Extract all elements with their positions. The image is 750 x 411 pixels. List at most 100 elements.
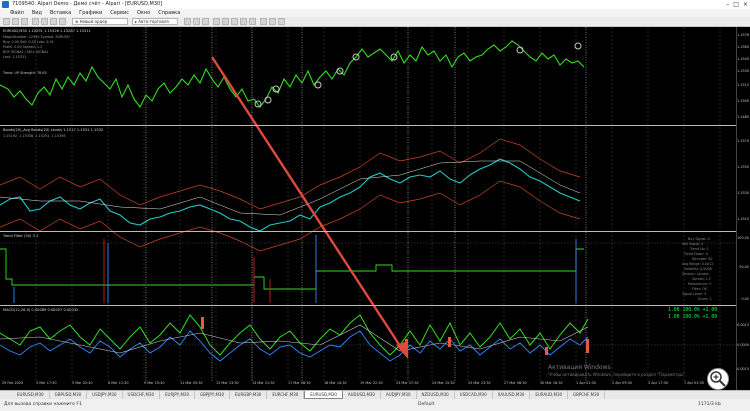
pane-separator[interactable] bbox=[0, 305, 736, 306]
legend-row: Strength: 62 bbox=[692, 257, 713, 261]
autoscroll-icon[interactable] bbox=[240, 18, 247, 25]
trend-filter-lines bbox=[0, 235, 584, 303]
templates-icon[interactable] bbox=[278, 18, 285, 25]
menu-file[interactable]: Файл bbox=[10, 9, 24, 17]
chart-window[interactable]: EURUSD,M30 1.15291 1.15326 1.15287 1.153… bbox=[0, 27, 750, 390]
chart-tab[interactable]: AUDUSD,M30 bbox=[343, 391, 381, 399]
status-help-text: Для вызова справки нажмите F1 bbox=[4, 402, 82, 407]
time-axis-label: 3 Mar 17:30 bbox=[36, 381, 57, 385]
status-bar: Для вызова справки нажмите F1 Default 11… bbox=[0, 399, 750, 411]
tester-icon[interactable] bbox=[59, 18, 66, 25]
price-scale-label: 1.1485 bbox=[737, 115, 749, 119]
legend-row: Avg Range: 0.0012 bbox=[682, 262, 714, 266]
trend-scale-label: 100.00 bbox=[737, 236, 749, 240]
info-line: Buy: 0.00 Sell: 0.00 Lots: 0.01 bbox=[3, 40, 54, 44]
menu-tools[interactable]: Сервис bbox=[110, 9, 129, 17]
menu-view[interactable]: Вид bbox=[32, 9, 42, 17]
bands-scale-label: 1.1530 bbox=[737, 191, 749, 195]
bar-chart-icon[interactable] bbox=[184, 18, 191, 25]
save-icon[interactable] bbox=[21, 18, 28, 25]
time-axis-label: 19 Mar 22:30 bbox=[360, 381, 383, 385]
oscillator-value: 1.00 100.0% +1.00 bbox=[668, 315, 718, 320]
periods-icon[interactable] bbox=[269, 18, 276, 25]
chart-shift-icon[interactable] bbox=[249, 18, 256, 25]
legend-row: Momentum: + bbox=[688, 282, 712, 286]
menu-help[interactable]: Справка bbox=[158, 9, 180, 17]
chart-canvas[interactable] bbox=[0, 27, 750, 390]
info-line: BUY SIGNAL / SELL SIGNAL bbox=[3, 50, 49, 54]
chart-tab[interactable]: GBPCHF,M30 bbox=[568, 391, 606, 399]
price-scale-label: 1.1545 bbox=[737, 57, 749, 61]
tile-windows-icon[interactable] bbox=[231, 18, 238, 25]
chart-tab[interactable]: EURGBP,M30 bbox=[230, 391, 268, 399]
app-icon bbox=[2, 1, 9, 8]
time-axis-label: 25 Mar 23:30 bbox=[468, 381, 491, 385]
chart-tab-active[interactable]: EURUSD,M30 bbox=[304, 391, 343, 399]
chart-tab[interactable]: USDCHF,M30 bbox=[123, 391, 160, 399]
navigator-icon[interactable] bbox=[41, 18, 48, 25]
chart-tab[interactable]: EURUSD,M30 bbox=[12, 391, 50, 399]
open-icon[interactable] bbox=[12, 18, 19, 25]
toolbar: ⊕ Новый ордер ▸ Авто-торговля bbox=[0, 17, 750, 27]
pane-separator[interactable] bbox=[0, 125, 736, 126]
menu-charts[interactable]: Графики bbox=[79, 9, 102, 17]
bands-scale-label: 1.1550 bbox=[737, 165, 749, 169]
window-title: 7109540: Alpari Demo - Демо счёт - Alpar… bbox=[12, 1, 163, 7]
chart-tab[interactable]: GBPJPY,M30 bbox=[195, 391, 231, 399]
time-axis-label: 6 Mar 11:30 bbox=[108, 381, 129, 385]
chart-tab[interactable]: NZDUSD,M30 bbox=[417, 391, 455, 399]
minimize-button[interactable]: – bbox=[726, 0, 729, 9]
chart-tab[interactable]: USDCAD,M30 bbox=[455, 391, 493, 399]
zoom-in-icon[interactable] bbox=[213, 18, 220, 25]
legend-row: Trend Down: 0 bbox=[684, 252, 708, 256]
new-chart-icon[interactable] bbox=[3, 18, 10, 25]
maximize-button[interactable]: □ bbox=[733, 0, 739, 9]
close-button[interactable]: × bbox=[743, 0, 748, 9]
line-chart-icon[interactable] bbox=[202, 18, 209, 25]
time-axis-label: 17 Mar 06:30 bbox=[288, 381, 311, 385]
price-scale[interactable] bbox=[736, 27, 750, 390]
indicators-icon[interactable] bbox=[260, 18, 267, 25]
bands-average-line bbox=[0, 158, 581, 232]
menu-window[interactable]: Окно bbox=[137, 9, 150, 17]
menu-bar: Файл Вид Вставка Графики Сервис Окно Спр… bbox=[0, 9, 750, 17]
menu-insert[interactable]: Вставка bbox=[50, 9, 71, 17]
zoom-out-icon[interactable] bbox=[222, 18, 229, 25]
bands-pane-title: Bands(20)_Avg Bands(20) Levels 1.1517 1.… bbox=[3, 128, 104, 132]
window-controls: – □ × bbox=[726, 0, 748, 9]
chart-tab[interactable]: XAUUSD,M30 bbox=[493, 391, 531, 399]
auto-trading-button[interactable]: ▸ Авто-торговля bbox=[132, 18, 178, 25]
chart-tab[interactable]: EURAUD,M30 bbox=[530, 391, 569, 399]
time-axis-label: 18 Mar 14:30 bbox=[324, 381, 347, 385]
price-scale-label: 1.1500 bbox=[737, 99, 749, 103]
annotation-arrow bbox=[210, 56, 408, 359]
terminal-icon[interactable] bbox=[50, 18, 57, 25]
chart-tab[interactable]: GBPUSD,M30 bbox=[50, 391, 88, 399]
time-axis-label: 13 Mar 21:30 bbox=[252, 381, 275, 385]
oscillator-scale-label: 0.0000 bbox=[737, 343, 749, 347]
envelope-lower-line bbox=[0, 180, 581, 252]
market-watch-icon[interactable] bbox=[32, 18, 39, 25]
time-axis-label: 11 Mar 05:30 bbox=[180, 381, 203, 385]
price-line bbox=[0, 40, 585, 109]
chart-tab[interactable]: USDJPY,M30 bbox=[87, 391, 123, 399]
time-axis-label: 24 Mar 15:30 bbox=[432, 381, 455, 385]
time-axis-label: 29 Feb 2020 bbox=[2, 381, 24, 385]
candle-chart-icon[interactable] bbox=[193, 18, 200, 25]
oscillator-scale-label: -0.0015 bbox=[735, 367, 749, 371]
chart-tab[interactable]: EURCHF,M30 bbox=[267, 391, 305, 399]
legend-row: Sell Signal: 0 bbox=[682, 242, 704, 246]
legend-row: Spread: 1.2 bbox=[692, 277, 712, 281]
new-order-button[interactable]: ⊕ Новый ордер bbox=[72, 18, 128, 25]
time-axis-label: 12 Mar 13:30 bbox=[216, 381, 239, 385]
legend-row: Score: 1 bbox=[698, 297, 712, 301]
time-axis-label: 27 Mar 08:30 bbox=[504, 381, 527, 385]
trend-scale-label: 50.00 bbox=[739, 265, 749, 269]
time-axis-label: 1 Apr 01:30 bbox=[576, 381, 596, 385]
zoom-in-icon bbox=[710, 371, 726, 387]
time-axis-label: 2 Apr 09:30 bbox=[612, 381, 632, 385]
chart-tab[interactable]: AUDJPY,M30 bbox=[381, 391, 417, 399]
chart-tab[interactable]: EURJPY,M30 bbox=[160, 391, 195, 399]
magnifier-button[interactable] bbox=[707, 368, 729, 390]
pane-separator[interactable] bbox=[0, 231, 736, 232]
